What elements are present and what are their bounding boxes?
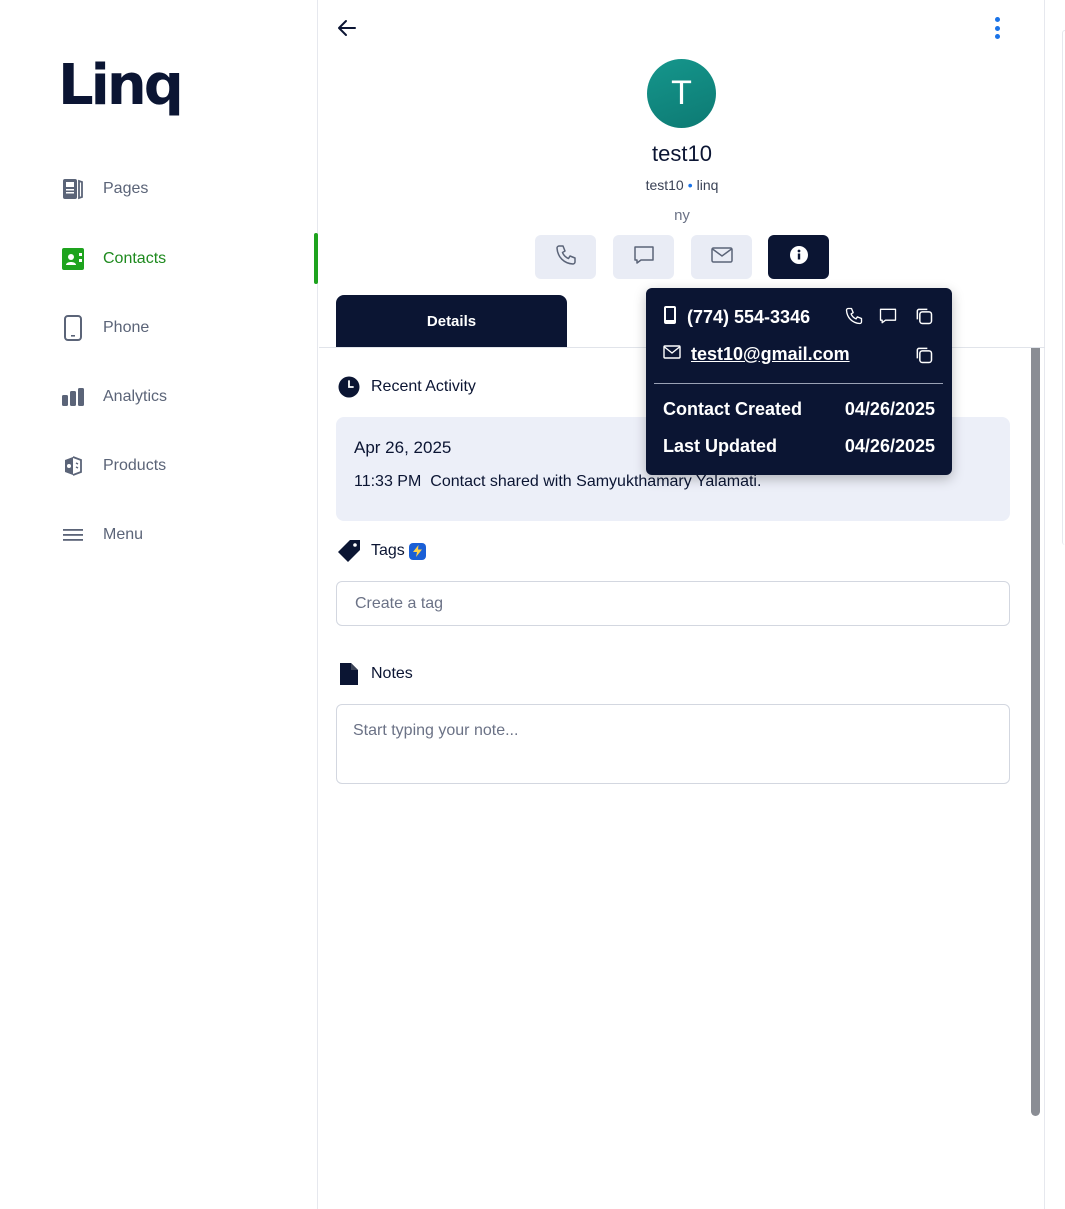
- copy-icon[interactable]: [913, 344, 935, 366]
- contact-title: test10: [645, 177, 684, 193]
- contacts-icon: [60, 246, 86, 272]
- activity-time: 11:33 PM: [354, 473, 422, 490]
- contact-detail-panel: T test10 test10 • linq ny Details Recent A…: [319, 0, 1045, 1209]
- sidebar-item-analytics[interactable]: Analytics: [60, 377, 290, 417]
- sidebar-item-contacts[interactable]: Contacts: [60, 239, 290, 279]
- call-button[interactable]: [535, 235, 596, 279]
- popover-phone-number[interactable]: (774) 554-3346: [687, 307, 810, 328]
- sidebar-item-label: Menu: [103, 526, 144, 543]
- notes-heading: Notes: [337, 662, 413, 686]
- analytics-icon: [60, 384, 86, 410]
- activity-entry: 11:33 PM Contact shared with Samyukthamar…: [354, 473, 761, 491]
- contact-name: test10: [652, 141, 712, 166]
- avatar: T: [647, 59, 716, 128]
- contact-created-value: 04/26/2025: [844, 399, 935, 419]
- last-updated-label: Last Updated: [663, 436, 778, 456]
- email-button[interactable]: [691, 235, 752, 279]
- info-button[interactable]: [768, 235, 829, 279]
- tags-heading: Tags: [337, 539, 426, 563]
- activity-text: Contact shared with Samyukthamary Yalama…: [430, 473, 762, 490]
- sidebar-item-pages[interactable]: Pages: [60, 169, 290, 209]
- mobile-icon: [663, 305, 677, 330]
- popover-phone-row: (774) 554-3346: [663, 305, 810, 330]
- note-textarea[interactable]: [336, 704, 1010, 784]
- menu-icon: [60, 522, 86, 548]
- popover-email-row: test10@gmail.com: [663, 344, 850, 365]
- info-icon: [789, 245, 809, 270]
- contact-created-label: Contact Created: [663, 399, 803, 419]
- contact-title-company: test10 • linq: [319, 177, 1045, 193]
- phone-device-icon: [60, 315, 86, 341]
- message-icon: [632, 243, 656, 272]
- sidebar-item-products[interactable]: Products: [60, 446, 290, 486]
- document-icon: [337, 662, 361, 686]
- phone-icon[interactable]: [843, 305, 865, 327]
- lightning-icon: [408, 542, 426, 560]
- section-title: Tags: [371, 542, 405, 559]
- create-tag-input[interactable]: [336, 581, 1010, 626]
- mail-icon: [663, 345, 681, 364]
- message-button[interactable]: [613, 235, 674, 279]
- separator-dot: •: [687, 177, 693, 193]
- last-updated-value: 04/26/2025: [844, 436, 935, 456]
- sidebar-item-label: Analytics: [103, 388, 168, 405]
- section-title: Recent Activity: [371, 378, 476, 395]
- linq-logo[interactable]: Linq: [58, 56, 184, 116]
- sidebar-item-label: Phone: [103, 319, 150, 336]
- tag-icon: [337, 539, 361, 563]
- contact-location: ny: [674, 207, 690, 224]
- sidebar-item-label: Products: [103, 457, 167, 474]
- scrollbar-thumb[interactable]: [1031, 348, 1040, 1116]
- copy-icon[interactable]: [913, 305, 935, 327]
- back-arrow-icon[interactable]: [335, 16, 359, 40]
- sidebar-item-phone[interactable]: Phone: [60, 308, 290, 348]
- popover-email-link[interactable]: test10@gmail.com: [691, 344, 850, 365]
- sidebar-item-menu[interactable]: Menu: [60, 515, 290, 555]
- sidebar: Linq Pages Contacts Phone Analytics Prod…: [0, 0, 318, 1209]
- phone-icon: [554, 243, 578, 272]
- tab-details[interactable]: Details: [336, 295, 567, 347]
- clock-icon: [337, 375, 361, 399]
- products-icon: [60, 453, 86, 479]
- recent-activity-heading: Recent Activity: [337, 375, 476, 399]
- contact-company: linq: [696, 177, 719, 193]
- mail-icon: [710, 243, 734, 272]
- sidebar-item-label: Pages: [103, 180, 149, 197]
- section-title: Notes: [371, 665, 413, 682]
- pages-icon: [60, 176, 86, 202]
- sidebar-item-label: Contacts: [103, 250, 167, 267]
- contact-info-popover: (774) 554-3346 test10@gmail.com Contact …: [646, 288, 952, 475]
- more-options-icon[interactable]: [989, 14, 1005, 42]
- message-icon[interactable]: [877, 305, 899, 327]
- activity-date: Apr 26, 2025: [354, 438, 452, 457]
- popover-divider: [654, 383, 943, 384]
- active-indicator: [314, 233, 318, 284]
